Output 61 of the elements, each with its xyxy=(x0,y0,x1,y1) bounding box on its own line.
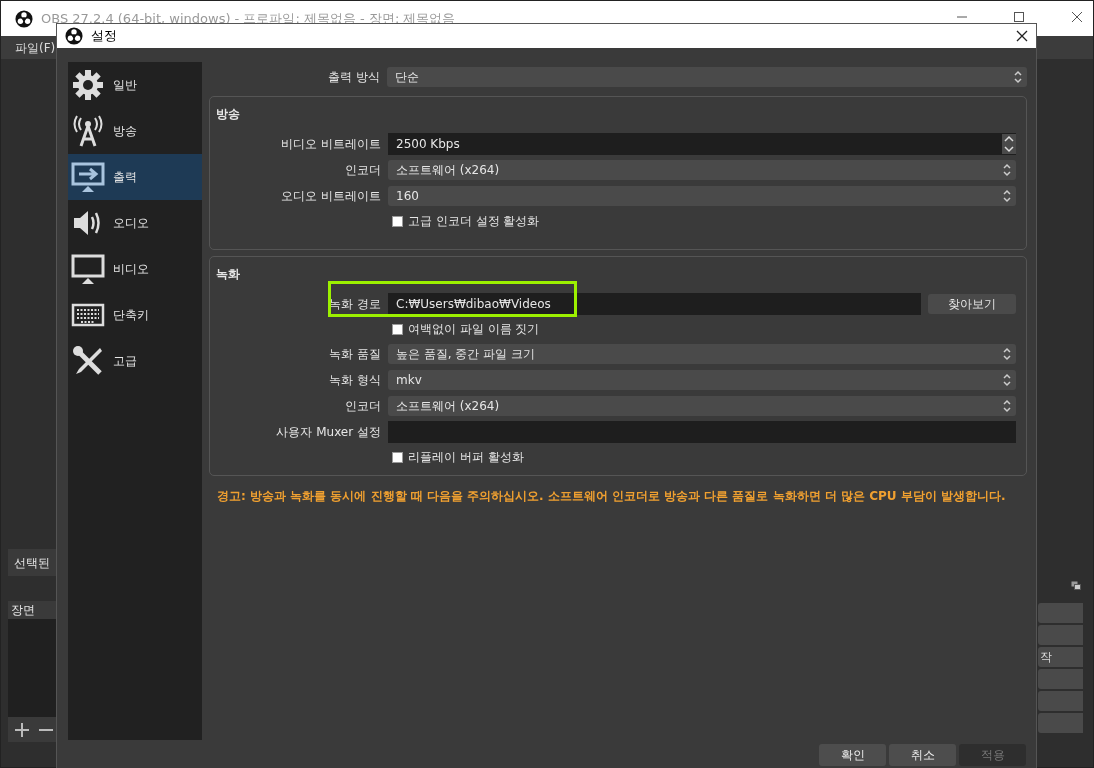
updown-icon xyxy=(1002,163,1012,177)
dropdown[interactable]: 단순 xyxy=(387,67,1027,87)
maximize-icon[interactable] xyxy=(1013,11,1025,23)
monitor-icon xyxy=(71,252,105,286)
dropdown[interactable]: 160 xyxy=(388,186,1016,206)
updown-icon xyxy=(1002,399,1012,413)
field-label: 오디오 비트레이트 xyxy=(280,188,382,205)
path-field[interactable]: C:₩Users₩dibao₩Videos xyxy=(388,293,921,315)
up-arrow-icon[interactable] xyxy=(1002,134,1016,144)
updown-icon xyxy=(1002,347,1012,361)
sidebar-item[interactable]: 단축키 xyxy=(68,292,202,338)
checkbox-label: 리플레이 버퍼 활성화 xyxy=(408,449,524,466)
group-title: 녹화 xyxy=(215,266,241,283)
sidebar-item[interactable]: 출력 xyxy=(68,154,202,200)
sidebar-item[interactable]: 방송 xyxy=(68,108,202,154)
field-label: 비디오 비트레이트 xyxy=(280,136,382,153)
menu-item[interactable]: 파일(F) xyxy=(15,38,56,57)
field-label: 인코더 xyxy=(344,398,382,415)
gear-icon xyxy=(71,68,105,102)
antenna-icon xyxy=(71,114,105,148)
browse-button[interactable]: 찾아보기 xyxy=(928,294,1016,314)
close-icon[interactable] xyxy=(1071,11,1083,23)
checkbox-label: 여백없이 파일 이름 짓기 xyxy=(408,321,540,338)
down-arrow-icon[interactable] xyxy=(1002,144,1016,154)
field-label: 사용자 Muxer 설정 xyxy=(275,424,382,441)
spin-box[interactable]: 2500 Kbps xyxy=(388,133,1016,155)
dialog-button[interactable]: 취소 xyxy=(889,744,956,766)
group-title: 방송 xyxy=(215,106,241,123)
sidebar-item[interactable]: 비디오 xyxy=(68,246,202,292)
monitor-arrow-icon xyxy=(71,160,105,194)
updown-icon xyxy=(1013,70,1023,84)
field-label: 출력 방식 xyxy=(327,69,381,86)
updown-icon xyxy=(1002,373,1012,387)
dropdown[interactable]: 높은 품질, 중간 파일 크기 xyxy=(388,344,1016,364)
field-label: 인코더 xyxy=(344,162,382,179)
dropdown[interactable]: mkv xyxy=(388,370,1016,390)
dropdown[interactable]: 소프트웨어 (x264) xyxy=(388,160,1016,180)
dock-title: 장면 xyxy=(11,603,35,617)
warning-text: 경고: 방송과 녹화를 동시에 진행할 때 다음을 주의하십시오. 소프트웨어 인코더로 방송과 다른 품질로 녹화하면 더 많은 CPU 부담이 발생합니다. xyxy=(216,488,1007,505)
sidebar-item[interactable]: 오디오 xyxy=(68,200,202,246)
sidebar-item[interactable]: 고급 xyxy=(68,338,202,384)
checkbox-label: 고급 인코더 설정 활성화 xyxy=(408,213,540,230)
logo-icon xyxy=(15,9,33,28)
field-label: 녹화 경로 xyxy=(328,296,382,313)
dock-title: 선택된 xyxy=(14,554,50,572)
add-icon[interactable] xyxy=(14,721,30,738)
text-field[interactable] xyxy=(388,421,1016,443)
sidebar-item[interactable]: 일반 xyxy=(68,62,202,108)
logo-icon xyxy=(65,27,83,45)
float-icon[interactable] xyxy=(1071,581,1081,590)
checkbox[interactable] xyxy=(392,323,403,335)
dropdown[interactable]: 소프트웨어 (x264) xyxy=(388,396,1016,416)
close-icon[interactable] xyxy=(1016,30,1028,42)
checkbox[interactable] xyxy=(392,215,403,227)
updown-icon xyxy=(1002,189,1012,203)
control-button[interactable]: 작 xyxy=(1038,647,1083,667)
field-label: 녹화 형식 xyxy=(328,372,382,389)
dialog-title: 설정 xyxy=(91,27,117,46)
field-label: 녹화 품질 xyxy=(328,346,382,363)
checkbox[interactable] xyxy=(392,451,403,463)
dialog-button[interactable]: 확인 xyxy=(819,744,886,766)
